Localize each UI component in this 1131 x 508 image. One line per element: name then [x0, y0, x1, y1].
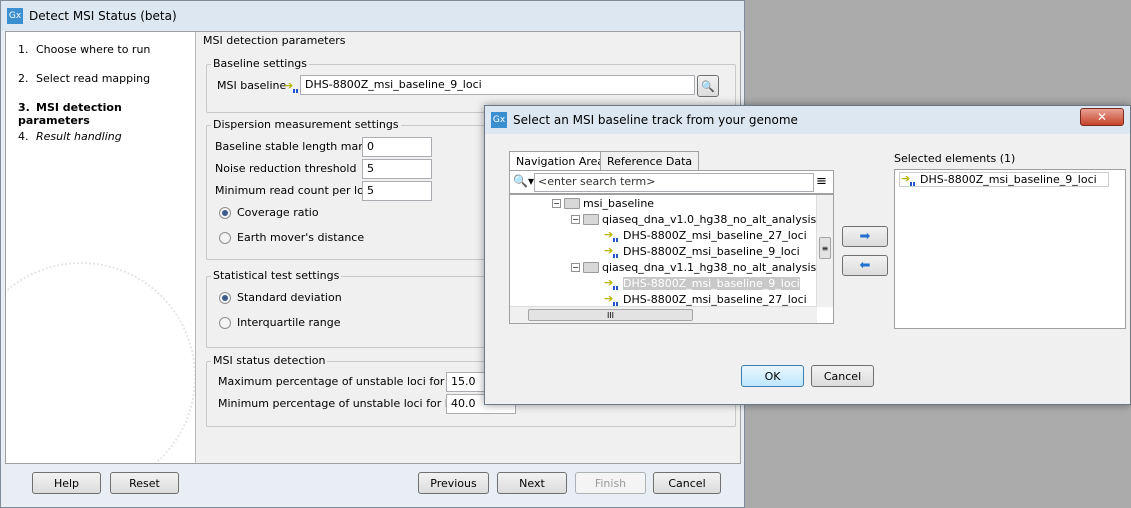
close-button[interactable]: ✕: [1080, 108, 1124, 126]
dialog-cancel-button[interactable]: Cancel: [811, 365, 874, 387]
window-title: Detect MSI Status (beta): [29, 9, 177, 23]
min-read-label: Minimum read count per locus: [215, 184, 383, 197]
tree-node-selected[interactable]: DHS-8800Z_msi_baseline_9_loci: [604, 276, 800, 290]
tree-node[interactable]: DHS-8800Z_msi_baseline_9_loci: [604, 244, 800, 259]
arrow-right-icon: ➡: [859, 229, 871, 244]
msi-baseline-field[interactable]: DHS-8800Z_msi_baseline_9_loci: [300, 75, 695, 95]
horizontal-scrollbar[interactable]: III: [510, 306, 817, 323]
folder-icon: [583, 262, 599, 273]
reset-button[interactable]: Reset: [110, 472, 179, 494]
noise-input[interactable]: 5: [362, 159, 432, 179]
std-dev-radio[interactable]: Standard deviation: [219, 291, 342, 304]
dialog-app-icon: Gx: [491, 112, 507, 128]
tab-navigation-area[interactable]: Navigation Area: [509, 151, 612, 171]
wizard-steps: 1. Choose where to run 2. Select read mapp…: [6, 32, 196, 463]
tree-node[interactable]: − qiaseq_dna_v1.0_hg38_no_alt_analysis_se: [571, 213, 833, 226]
app-icon: Gx: [7, 8, 23, 24]
step-3: 3. MSI detection parameters: [18, 101, 122, 127]
browse-button[interactable]: 🔍: [697, 75, 719, 97]
mss-label: Maximum percentage of unstable loci for …: [218, 375, 472, 388]
noise-label: Noise reduction threshold: [215, 162, 357, 175]
dialog-title: Select an MSI baseline track from your g…: [513, 113, 798, 127]
tab-reference-data[interactable]: Reference Data: [600, 151, 700, 170]
track-icon: [604, 228, 620, 242]
tree-node[interactable]: DHS-8800Z_msi_baseline_27_loci: [604, 228, 807, 243]
search-input[interactable]: <enter search term>: [534, 173, 814, 192]
watermark-icon: [6, 262, 195, 463]
track-icon: [604, 244, 620, 258]
step-1: 1. Choose where to run: [18, 43, 151, 56]
help-button[interactable]: Help: [32, 472, 101, 494]
earth-movers-radio[interactable]: Earth mover's distance: [219, 231, 364, 244]
finish-button: Finish: [575, 472, 646, 494]
track-icon: [284, 79, 300, 93]
min-read-input[interactable]: 5: [362, 181, 432, 201]
panel-title: MSI detection parameters: [203, 34, 346, 47]
navigation-tree: − msi_baseline − qiaseq_dna_v1.0_hg38_no_a…: [509, 194, 834, 324]
browse-icon: 🔍: [701, 79, 715, 93]
remove-button[interactable]: ⬅: [842, 255, 888, 276]
next-button[interactable]: Next: [497, 472, 567, 494]
search-icon[interactable]: 🔍▾: [513, 174, 534, 188]
tree-node[interactable]: − qiaseq_dna_v1.1_hg38_no_alt_analysis_se: [571, 261, 833, 274]
folder-icon: [564, 198, 580, 209]
dialog-titlebar: Gx Select an MSI baseline track from you…: [485, 106, 1130, 134]
step-2: 2. Select read mapping: [18, 72, 151, 85]
selected-elements-title: Selected elements (1): [894, 152, 1016, 165]
tree-node[interactable]: − msi_baseline: [552, 197, 654, 210]
margin-label: Baseline stable length margin: [215, 140, 380, 153]
track-icon: [901, 172, 917, 186]
step-4: 4. Result handling: [18, 130, 122, 143]
selected-item[interactable]: DHS-8800Z_msi_baseline_9_loci: [899, 172, 1109, 187]
iqr-radio[interactable]: Interquartile range: [219, 316, 341, 329]
select-baseline-dialog: Gx Select an MSI baseline track from you…: [484, 105, 1131, 405]
main-titlebar: Gx Detect MSI Status (beta): [1, 1, 744, 31]
arrow-left-icon: ⬅: [859, 258, 871, 273]
cancel-button[interactable]: Cancel: [653, 472, 721, 494]
track-icon: [604, 292, 620, 306]
folder-icon: [583, 214, 599, 225]
filter-menu-icon[interactable]: ≡: [816, 174, 827, 189]
coverage-ratio-radio[interactable]: Coverage ratio: [219, 206, 319, 219]
selected-elements-list: DHS-8800Z_msi_baseline_9_loci: [894, 169, 1126, 329]
margin-input[interactable]: 0: [362, 137, 432, 157]
add-button[interactable]: ➡: [842, 226, 888, 247]
track-icon: [604, 276, 620, 290]
previous-button[interactable]: Previous: [418, 472, 489, 494]
msi-baseline-label: MSI baseline: [217, 79, 287, 92]
msih-label: Minimum percentage of unstable loci for …: [218, 397, 477, 410]
ok-button[interactable]: OK: [741, 365, 804, 387]
vertical-scrollbar[interactable]: ≡: [816, 195, 833, 307]
tree-node[interactable]: DHS-8800Z_msi_baseline_27_loci: [604, 292, 807, 307]
